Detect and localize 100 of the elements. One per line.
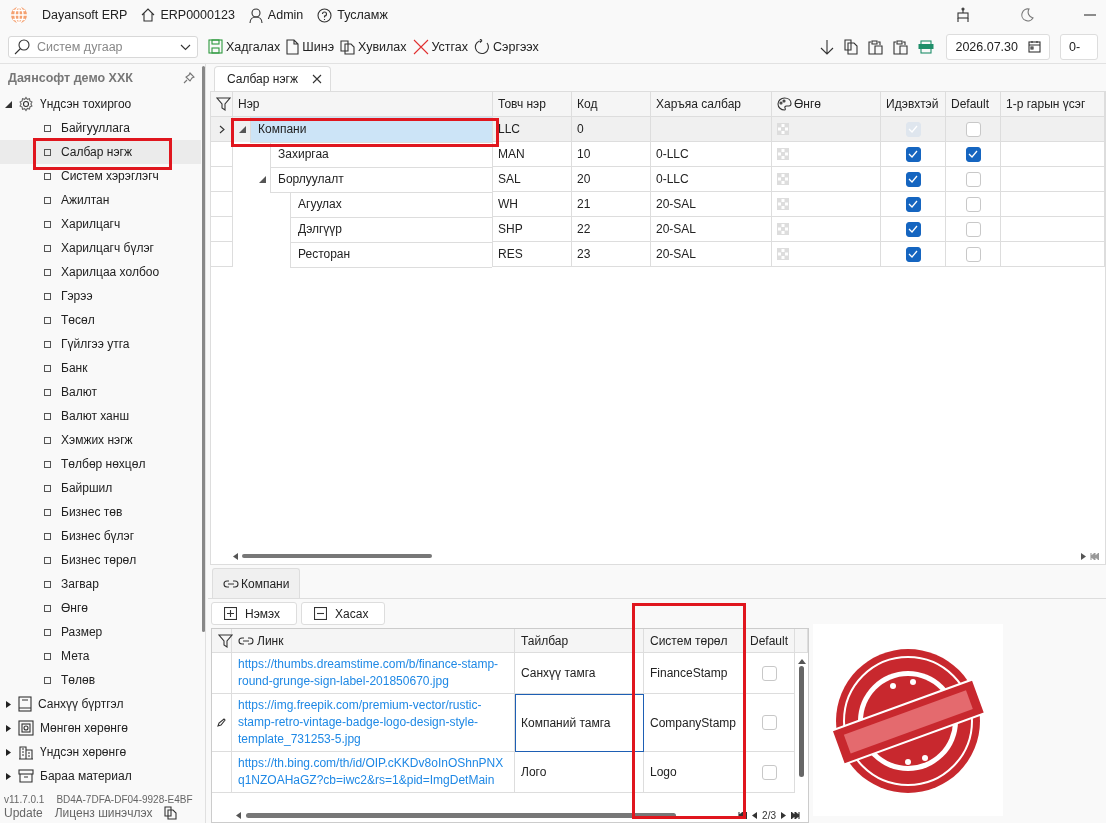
database-name[interactable]: ERP0000123: [160, 8, 235, 22]
tree-item[interactable]: Валют: [0, 380, 201, 404]
tree-item[interactable]: Байршил: [0, 476, 201, 500]
tree-group[interactable]: Бараа материал: [0, 764, 205, 788]
row-header-cell[interactable]: [212, 653, 232, 694]
building-icon: [18, 744, 34, 760]
tree-item[interactable]: Өнгө: [0, 596, 201, 620]
company-name: Даянсофт демо ХХК: [8, 71, 133, 85]
table-cell: 22: [572, 217, 651, 242]
column-header[interactable]: Идэвхтэй: [881, 92, 946, 116]
tree-item[interactable]: Гэрээ: [0, 284, 201, 308]
row-header-cell[interactable]: [212, 694, 232, 752]
row-header-cell[interactable]: [212, 752, 232, 793]
tree-item[interactable]: Банк: [0, 356, 201, 380]
column-header[interactable]: Нэр: [233, 92, 493, 116]
link[interactable]: https://thumbs.dreamstime.com/b/finance-stamp-round-grunge-sign-label-201850670.jpg: [238, 656, 508, 690]
chevron-down-icon: [180, 43, 191, 51]
tree-item[interactable]: Систем хэрэглэгч: [0, 164, 201, 188]
column-header[interactable]: Тайлбар: [515, 629, 644, 652]
tree-item[interactable]: Хэмжих нэгж: [0, 428, 201, 452]
tree-item[interactable]: Харилцаа холбоо: [0, 260, 201, 284]
settings-icon: [18, 96, 34, 112]
link[interactable]: https://img.freepik.com/premium-vector/rustic-stamp-retro-vintage-badge-logo-design-style-template_731253-5.jpg: [238, 697, 508, 748]
remove-button[interactable]: Хасах: [301, 602, 386, 625]
link-icon: [238, 635, 254, 646]
expander-icon[interactable]: [5, 100, 12, 108]
column-header[interactable]: Харъяа салбар: [651, 92, 772, 116]
tree-item[interactable]: Байгууллага: [0, 116, 201, 140]
tree-item[interactable]: Салбар нэгж: [0, 140, 201, 164]
detail-tab[interactable]: Компани: [212, 568, 301, 598]
column-header[interactable]: 1-р гарын үсэг: [1001, 92, 1105, 116]
toolbar-button[interactable]: Устгах: [410, 36, 471, 57]
tree-item[interactable]: Төлөв: [0, 668, 201, 692]
toolbar-button[interactable]: Хадгалах: [206, 37, 283, 56]
toolbar-button[interactable]: Сэргээх: [472, 36, 541, 57]
tree-item[interactable]: Загвар: [0, 572, 201, 596]
column-header[interactable]: Default: [946, 92, 1001, 116]
tree-item[interactable]: Төлбөр нөхцөл: [0, 452, 201, 476]
tree-item[interactable]: Бизнес төрөл: [0, 548, 201, 572]
safe-icon: [18, 720, 34, 736]
tree-item[interactable]: Бизнес төв: [0, 500, 201, 524]
renew-license-link[interactable]: Лиценз шинэчлэх: [54, 806, 153, 820]
last-page-icon: [791, 811, 800, 819]
tree-item[interactable]: Мета: [0, 644, 201, 668]
tree-group[interactable]: Санхүү бүртгэл: [0, 692, 205, 716]
clipboard-icon: [893, 38, 909, 55]
tab[interactable]: Салбар нэгж: [214, 66, 331, 91]
expander-icon[interactable]: [5, 700, 12, 708]
column-header[interactable]: Өнгө: [772, 92, 881, 116]
transparent-swatch-icon: [777, 248, 789, 260]
tree-item[interactable]: Ажилтан: [0, 188, 201, 212]
search-field[interactable]: Систем дугаар: [8, 35, 198, 58]
help-link[interactable]: Тусламж: [337, 8, 388, 22]
expander-icon[interactable]: [5, 748, 12, 756]
tree-item[interactable]: Харилцагч: [0, 212, 201, 236]
checkbox[interactable]: [761, 715, 777, 730]
table-cell: Санхүү тамга: [521, 666, 596, 680]
copy-icon: [844, 38, 859, 55]
scrollbar-thumb[interactable]: [246, 812, 676, 818]
tree-item[interactable]: Гүйлгээ утга: [0, 332, 201, 356]
column-header[interactable]: Линк: [232, 629, 515, 652]
tree-item[interactable]: Валют ханш: [0, 404, 201, 428]
toolbar-button[interactable]: Хувилах: [338, 36, 409, 57]
checkbox[interactable]: [761, 665, 777, 681]
scrollbar-thumb[interactable]: [799, 666, 804, 777]
toolbar-button[interactable]: Шинэ: [284, 36, 337, 57]
user-name[interactable]: Admin: [267, 8, 304, 22]
column-header[interactable]: Default: [744, 629, 795, 652]
tree-group[interactable]: Үндсэн хөрөнгө: [0, 740, 205, 764]
tree-item[interactable]: Бизнес бүлэг: [0, 524, 201, 548]
table-cell: 20-SAL: [651, 217, 772, 242]
table-cell: WH: [493, 192, 572, 217]
checkbox[interactable]: [761, 764, 777, 780]
link[interactable]: https://th.bing.com/th/id/OIP.cKKDv8oInOShnPNXq1NZOAHaGZ?cb=iwc2&rs=1&pid=ImgDetMain: [238, 755, 508, 789]
page-indicator: 2/3: [762, 809, 776, 821]
home-icon: [141, 8, 156, 22]
transparent-swatch-icon: [777, 148, 789, 160]
column-header[interactable]: Товч нэр: [493, 92, 572, 116]
tree-group[interactable]: Мөнгөн хөрөнгө: [0, 716, 205, 740]
column-header[interactable]: Код: [572, 92, 651, 116]
calendar-icon: [1028, 40, 1041, 53]
book-icon: [18, 696, 32, 712]
column-header[interactable]: Систем төрөл: [644, 629, 744, 652]
row-pointer-icon: [218, 124, 225, 134]
period-field[interactable]: 0-: [1060, 33, 1098, 60]
table-cell: FinanceStamp: [650, 666, 728, 680]
table-cell: Logo: [650, 765, 677, 779]
tree-item[interactable]: Төсөл: [0, 308, 201, 332]
scrollbar-thumb[interactable]: [242, 554, 432, 558]
tree-item[interactable]: Харилцагч бүлэг: [0, 236, 201, 260]
table-cell: Агуулах: [290, 191, 492, 218]
table-cell: Лого: [521, 765, 547, 779]
update-link[interactable]: Update: [4, 806, 43, 820]
tree-group[interactable]: Үндсэн тохиргоо: [0, 92, 205, 116]
expander-icon[interactable]: [5, 772, 12, 780]
date-field[interactable]: 2026.07.30: [946, 33, 1050, 60]
add-button[interactable]: Нэмэх: [211, 602, 298, 625]
expander-icon[interactable]: [5, 724, 12, 732]
spreadsheet-icon: [918, 39, 935, 54]
tree-item[interactable]: Размер: [0, 620, 201, 644]
